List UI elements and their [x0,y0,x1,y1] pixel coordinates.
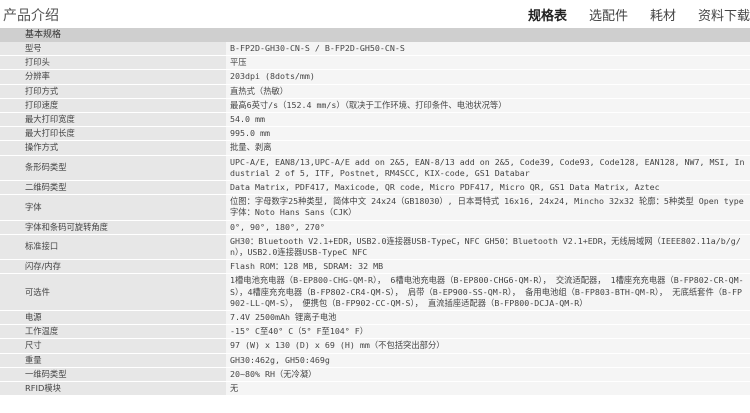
spec-label: 打印头 [0,55,226,71]
spec-table: 型号 B-FP2D-GH30-CN-S / B-FP2D-GH50-CN-S 打印头… [0,42,750,397]
spec-row: 尺寸 97 (W) x 130 (D) x 69 (H) mm（不包括突出部分） [0,338,750,354]
spec-label: 操作方式 [0,140,226,156]
spec-row: 打印速度 最高6英寸/s（152.4 mm/s）（取决于工作环境、打印条件、电池状… [0,98,750,114]
spec-label: 电源 [0,310,226,326]
spec-value: 批量、剥离 [226,140,750,156]
spec-row: 工作温度 -15° C至40° C（5° F至104° F） [0,324,750,340]
tab-spec-sheet[interactable]: 规格表 [528,5,567,24]
spec-label: 二维码类型 [0,180,226,196]
spec-label: RFID模块 [0,381,226,397]
tab-consumables[interactable]: 耗材 [650,5,676,24]
spec-label: 可选件 [0,273,226,312]
spec-row: 型号 B-FP2D-GH30-CN-S / B-FP2D-GH50-CN-S [0,42,750,57]
spec-label: 最大打印宽度 [0,112,226,128]
spec-row: 操作方式 批量、剥离 [0,140,750,156]
spec-label: 闪存/内存 [0,259,226,275]
spec-row: 分辨率 203dpi (8dots/mm) [0,69,750,85]
spec-row: 标准接口 GH30：Bluetooth V2.1+EDR，USB2.0连接器USB… [0,234,750,261]
spec-value: GH30：Bluetooth V2.1+EDR，USB2.0连接器USB-Typ… [226,234,750,261]
spec-label: 一维码类型 [0,367,226,383]
spec-row: 一维码类型 20~80% RH（无冷凝） [0,367,750,383]
spec-value: 直热式（热敏） [226,84,750,99]
spec-row: 重量 GH30:462g, GH50:469g [0,353,750,368]
spec-row: 闪存/内存 Flash ROM：128 MB, SDRAM: 32 MB [0,259,750,275]
spec-label: 分辨率 [0,69,226,85]
spec-row: 字体 位图：字母数字25种类型, 简体中文 24x24（GB18030）, 日本哥… [0,194,750,221]
spec-row: 字体和条码可旋转角度 0°, 90°, 180°, 270° [0,220,750,235]
spec-value: Flash ROM：128 MB, SDRAM: 32 MB [226,259,750,275]
spec-label: 标准接口 [0,234,226,261]
spec-row: 打印头 平压 [0,55,750,71]
spec-label: 条形码类型 [0,155,226,182]
tab-bar: 规格表 选配件 耗材 资料下载 [506,5,750,24]
spec-label: 尺寸 [0,338,226,354]
spec-value: 7.4V 2500mAh 锂离子电池 [226,310,750,326]
spec-value: -15° C至40° C（5° F至104° F） [226,324,750,340]
spec-value: 20~80% RH（无冷凝） [226,367,750,383]
spec-value: 无 [226,381,750,397]
spec-label: 打印速度 [0,98,226,114]
spec-value: 995.0 mm [226,126,750,142]
spec-label: 型号 [0,42,226,57]
tab-accessories[interactable]: 选配件 [589,5,628,24]
spec-value: 位图：字母数字25种类型, 简体中文 24x24（GB18030）, 日本哥特式… [226,194,750,221]
spec-value: 97 (W) x 130 (D) x 69 (H) mm（不包括突出部分） [226,338,750,354]
spec-value: 最高6英寸/s（152.4 mm/s）（取决于工作环境、打印条件、电池状况等） [226,98,750,114]
spec-value: 1槽电池充电器（B-EP800-CHG-QM-R）， 6槽电池充电器（B-EP8… [226,273,750,312]
spec-label: 字体 [0,194,226,221]
spec-row: 最大打印长度 995.0 mm [0,126,750,142]
spec-value: 0°, 90°, 180°, 270° [226,220,750,235]
spec-value: 203dpi (8dots/mm) [226,69,750,85]
spec-row: 电源 7.4V 2500mAh 锂离子电池 [0,310,750,326]
spec-value: GH30:462g, GH50:469g [226,353,750,368]
spec-value: Data Matrix, PDF417, Maxicode, QR code, … [226,180,750,196]
section-header-basic-spec: 基本规格 [0,29,750,42]
spec-value: 54.0 mm [226,112,750,128]
tab-downloads[interactable]: 资料下载 [698,5,750,24]
spec-row: RFID模块无 [0,381,750,397]
page-header: 产品介绍 规格表 选配件 耗材 资料下载 [0,0,750,29]
spec-label: 打印方式 [0,84,226,99]
spec-row: 条形码类型 UPC-A/E, EAN8/13,UPC-A/E add on 2&5… [0,155,750,182]
spec-label: 字体和条码可旋转角度 [0,220,226,235]
spec-value: UPC-A/E, EAN8/13,UPC-A/E add on 2&5, EAN… [226,155,750,182]
spec-row: 可选件 1槽电池充电器（B-EP800-CHG-QM-R）， 6槽电池充电器（B-… [0,273,750,312]
spec-value: B-FP2D-GH30-CN-S / B-FP2D-GH50-CN-S [226,42,750,57]
page-title: 产品介绍 [3,8,59,24]
spec-row: 二维码类型 Data Matrix, PDF417, Maxicode, QR c… [0,180,750,196]
spec-label: 最大打印长度 [0,126,226,142]
spec-label: 工作温度 [0,324,226,340]
spec-row: 打印方式 直热式（热敏） [0,84,750,99]
spec-label: 重量 [0,353,226,368]
spec-row: 最大打印宽度 54.0 mm [0,112,750,128]
spec-value: 平压 [226,55,750,71]
